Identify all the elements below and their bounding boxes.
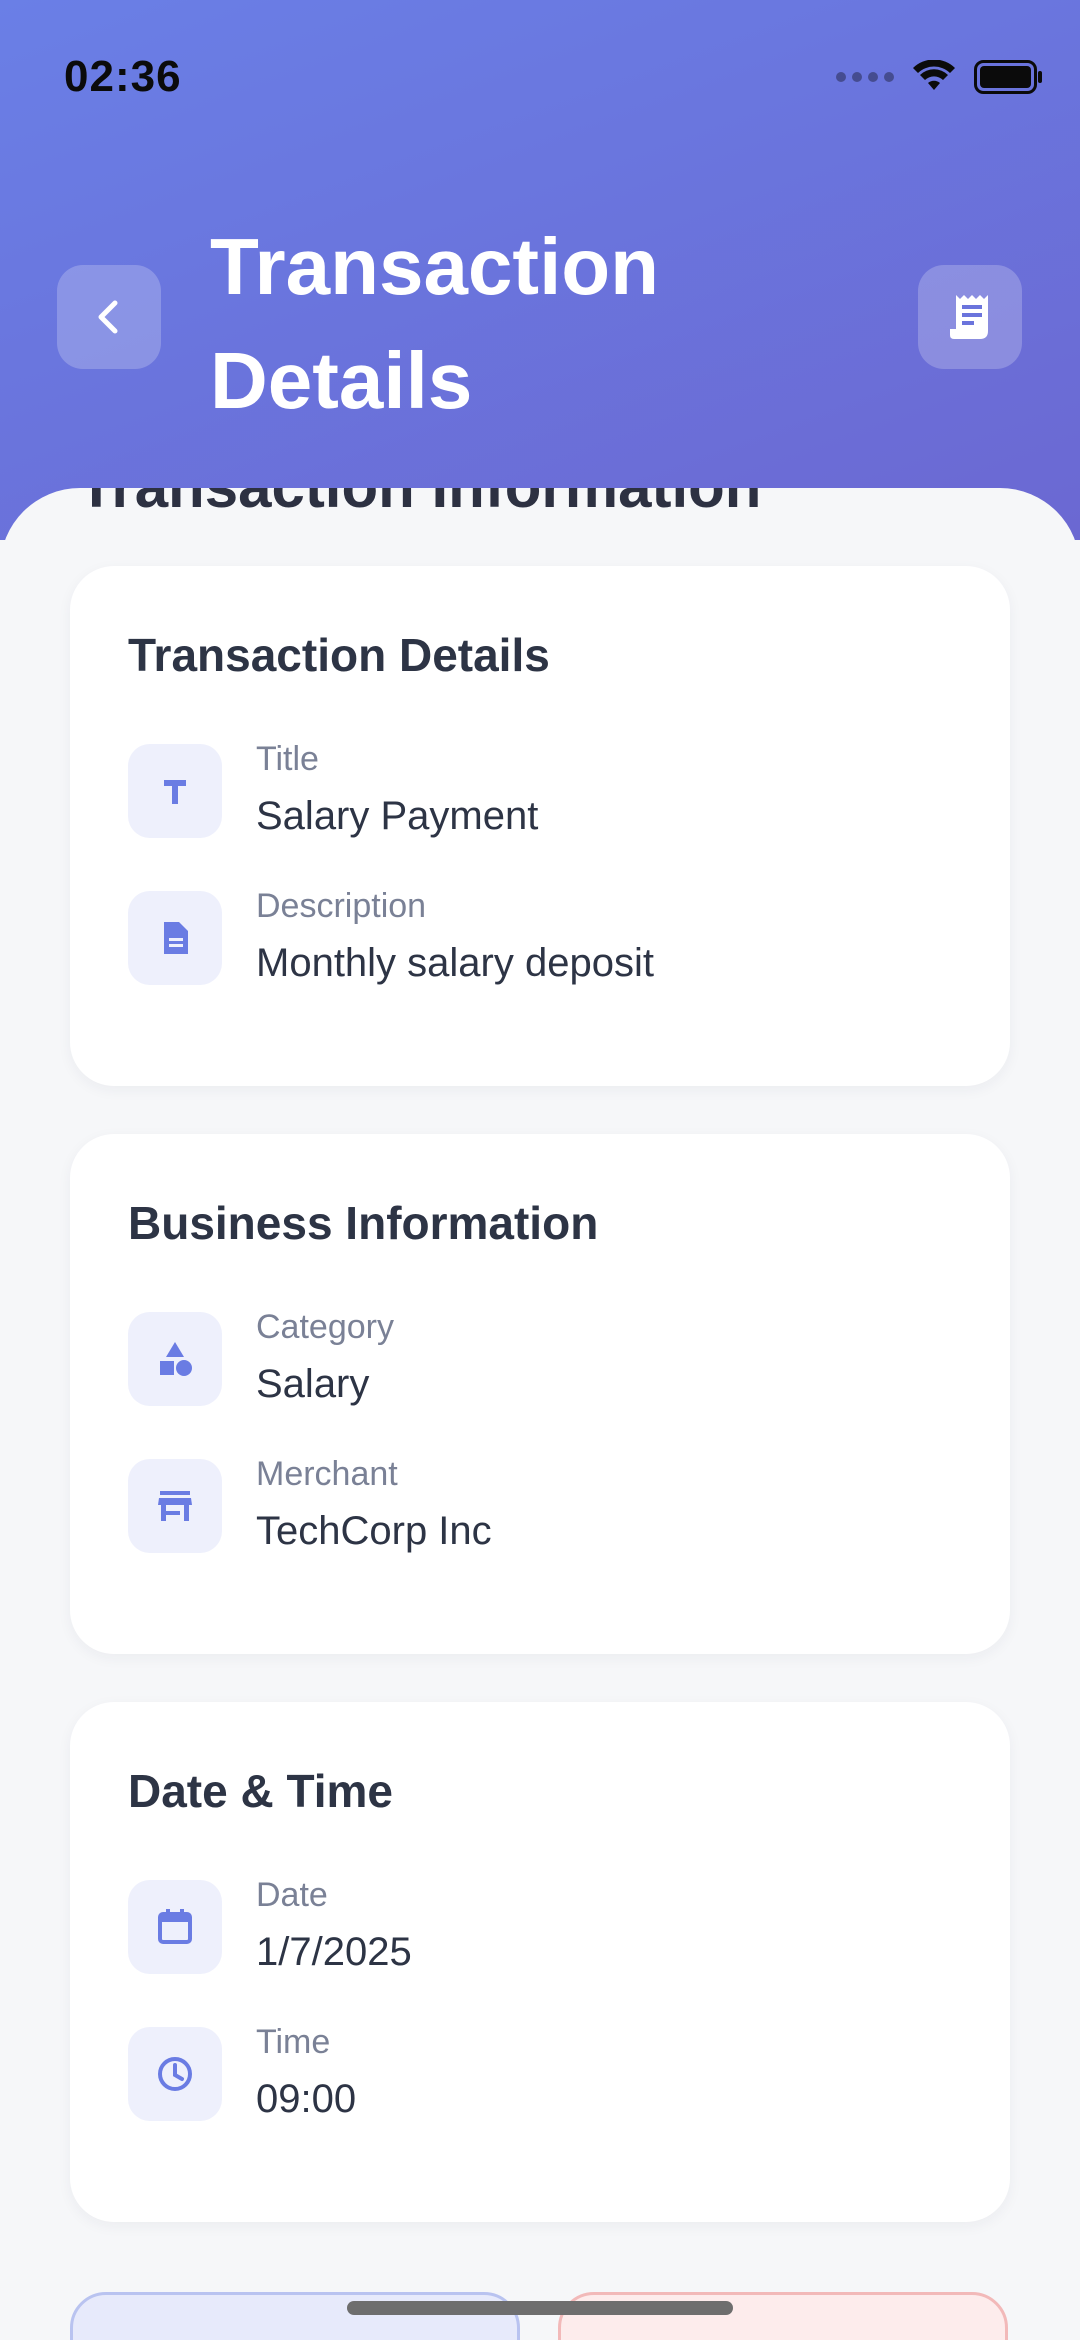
row-value: TechCorp Inc bbox=[256, 1509, 492, 1553]
receipt-button[interactable] bbox=[918, 265, 1022, 369]
card-title: Date & Time bbox=[128, 1765, 394, 1817]
clock-icon bbox=[128, 2027, 222, 2121]
row-value: Monthly salary deposit bbox=[256, 941, 654, 985]
card-title: Business Information bbox=[128, 1197, 599, 1249]
receipt-icon bbox=[950, 295, 988, 339]
category-shapes-icon bbox=[128, 1312, 222, 1406]
store-icon bbox=[128, 1459, 222, 1553]
edit-button[interactable] bbox=[70, 2292, 520, 2340]
wifi-icon bbox=[913, 60, 955, 90]
row-label: Title bbox=[256, 740, 319, 778]
delete-button[interactable] bbox=[558, 2292, 1008, 2340]
page-title: Transaction Details bbox=[210, 222, 660, 425]
content-sheet: Transaction Information Transaction Deta… bbox=[0, 488, 1080, 2340]
detail-row-category: Category Salary bbox=[128, 1308, 948, 1406]
transaction-details-card: Transaction Details Title Salary Payment… bbox=[70, 566, 1010, 1086]
detail-row-time: Time 09:00 bbox=[128, 2023, 948, 2121]
row-value: Salary bbox=[256, 1362, 370, 1406]
row-value: 09:00 bbox=[256, 2077, 357, 2121]
business-information-card: Business Information Category Salary Mer… bbox=[70, 1134, 1010, 1654]
back-button[interactable] bbox=[57, 265, 161, 369]
section-heading: Transaction Information bbox=[78, 488, 761, 521]
header: 02:36 Transaction Details bbox=[0, 0, 1080, 540]
date-time-card: Date & Time Date 1/7/2025 Time 09:00 bbox=[70, 1702, 1010, 2222]
row-label: Description bbox=[256, 887, 427, 925]
card-title: Transaction Details bbox=[128, 629, 550, 681]
row-label: Category bbox=[256, 1308, 394, 1346]
text-t-icon bbox=[128, 744, 222, 838]
row-label: Merchant bbox=[256, 1455, 398, 1493]
detail-row-merchant: Merchant TechCorp Inc bbox=[128, 1455, 948, 1553]
detail-row-date: Date 1/7/2025 bbox=[128, 1876, 948, 1974]
battery-icon bbox=[974, 60, 1042, 94]
detail-row-title: Title Salary Payment bbox=[128, 740, 948, 838]
chevron-left-icon bbox=[98, 300, 118, 334]
row-label: Time bbox=[256, 2023, 331, 2061]
status-bar: 02:36 bbox=[0, 0, 1080, 160]
row-label: Date bbox=[256, 1876, 328, 1914]
detail-row-description: Description Monthly salary deposit bbox=[128, 887, 948, 985]
status-icons bbox=[836, 60, 1044, 94]
document-icon bbox=[128, 891, 222, 985]
calendar-icon bbox=[128, 1880, 222, 1974]
row-value: 1/7/2025 bbox=[256, 1930, 412, 1974]
home-indicator bbox=[347, 2301, 733, 2315]
row-value: Salary Payment bbox=[256, 794, 539, 838]
cellular-signal-icon bbox=[836, 72, 894, 82]
status-time: 02:36 bbox=[64, 52, 182, 101]
